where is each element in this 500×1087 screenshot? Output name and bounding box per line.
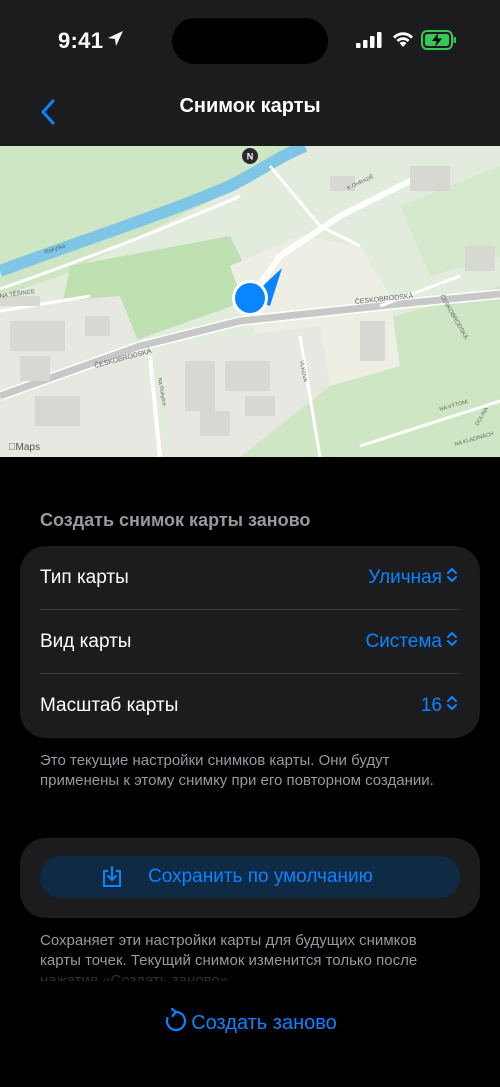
row-value: Система bbox=[365, 631, 442, 652]
wifi-icon bbox=[392, 30, 414, 53]
refresh-icon bbox=[163, 1007, 187, 1039]
settings-card: Тип карты Уличная Вид карты Система Масш… bbox=[20, 546, 480, 738]
row-map-scale[interactable]: Масштаб карты 16 bbox=[20, 674, 480, 738]
row-label: Тип карты bbox=[40, 567, 129, 588]
cellular-signal-icon bbox=[356, 32, 382, 53]
location-arrow-icon bbox=[106, 30, 124, 53]
row-label: Масштаб карты bbox=[40, 695, 179, 716]
download-tray-icon bbox=[100, 865, 124, 894]
row-map-view[interactable]: Вид карты Система bbox=[20, 610, 480, 674]
map-view-picker[interactable]: Система bbox=[365, 610, 458, 674]
page-title: Снимок карты bbox=[179, 95, 321, 117]
save-default-card: Сохранить по умолчанию bbox=[20, 838, 480, 918]
row-map-type[interactable]: Тип карты Уличная bbox=[20, 546, 480, 610]
row-label: Вид карты bbox=[40, 631, 132, 652]
row-value: 16 bbox=[420, 695, 442, 716]
recreate-label: Создать заново bbox=[191, 1011, 337, 1034]
settings-footnote: Это текущие настройки снимков карты. Они… bbox=[40, 752, 434, 789]
compass-icon: N bbox=[242, 148, 258, 164]
section-header: Создать снимок карты заново bbox=[40, 510, 311, 530]
row-value: Уличная bbox=[368, 567, 442, 588]
scroll-fade bbox=[0, 972, 500, 1002]
map-snapshot: ČESKOBRODSKÁ ČESKOBRODSKÁ ČESKOBRODSKÁ R… bbox=[0, 146, 500, 457]
chevron-up-down-icon bbox=[446, 610, 458, 674]
svg-text:N: N bbox=[247, 152, 254, 162]
recreate-button[interactable]: Создать заново bbox=[0, 1005, 500, 1041]
map-scale-picker[interactable]: 16 bbox=[421, 674, 458, 738]
battery-charging-icon bbox=[421, 30, 457, 55]
location-marker-icon bbox=[232, 268, 282, 316]
map-type-picker[interactable]: Уличная bbox=[368, 546, 458, 610]
status-time: 9:41 bbox=[58, 28, 104, 53]
maps-attribution: Maps bbox=[8, 442, 40, 453]
save-default-button[interactable]: Сохранить по умолчанию bbox=[40, 856, 460, 898]
chevron-up-down-icon bbox=[446, 674, 458, 738]
status-bar: 9:41 bbox=[0, 0, 500, 84]
chevron-up-down-icon bbox=[446, 546, 458, 610]
navigation-bar: Снимок карты bbox=[0, 84, 500, 146]
dynamic-island bbox=[172, 18, 328, 64]
save-default-label: Сохранить по умолчанию bbox=[148, 866, 373, 887]
